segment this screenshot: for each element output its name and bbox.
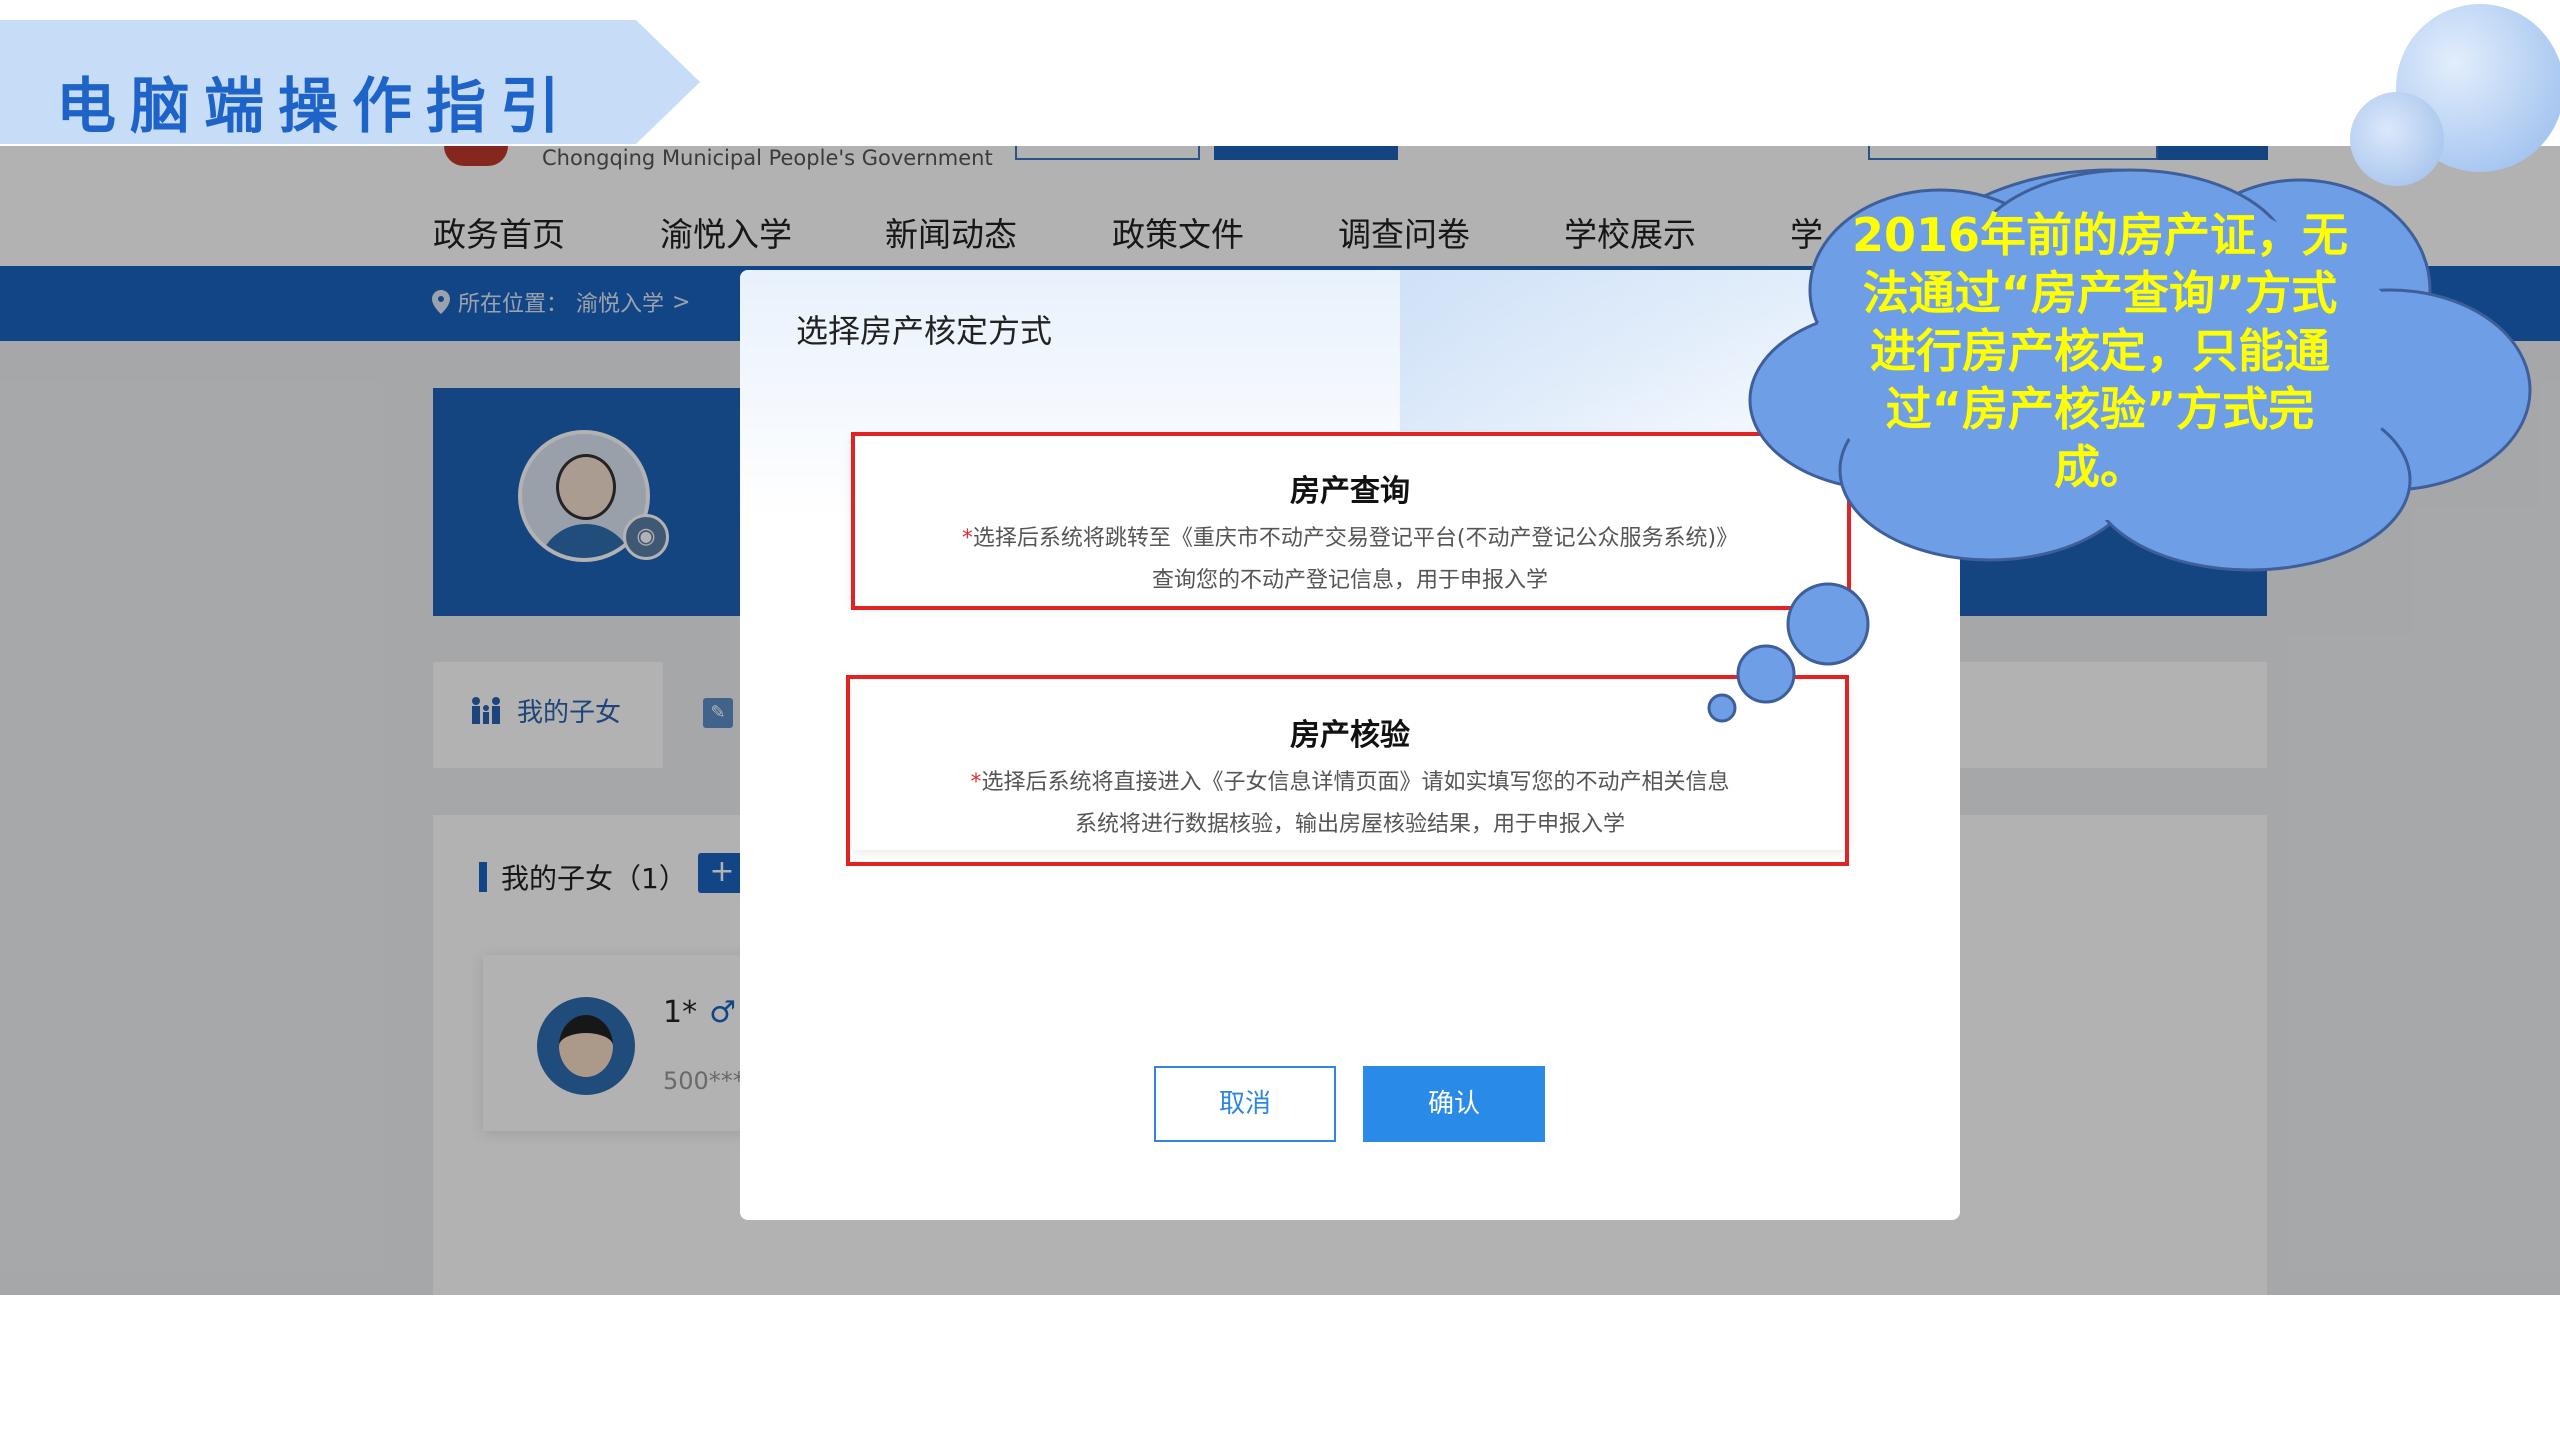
slide-title-banner: 电脑端操作指引 — [0, 20, 700, 144]
confirm-button[interactable]: 确认 — [1363, 1066, 1545, 1142]
cancel-button[interactable]: 取消 — [1154, 1066, 1336, 1142]
trail-bubble-small — [1707, 693, 1737, 723]
callout-text: 2016年前的房产证，无法通过“房产查询”方式进行房产核定，只能通过“房产核验”… — [1851, 208, 2349, 494]
slide: Chongqing Municipal People's Government … — [0, 0, 2560, 1440]
highlight-frame-verify — [846, 675, 1849, 866]
trail-bubble-large — [1786, 582, 1870, 666]
slide-title: 电脑端操作指引 — [56, 72, 574, 142]
thought-bubble-trail — [1707, 582, 1870, 723]
modal-title: 选择房产核定方式 — [796, 312, 1053, 350]
trail-bubble-medium — [1736, 644, 1796, 704]
